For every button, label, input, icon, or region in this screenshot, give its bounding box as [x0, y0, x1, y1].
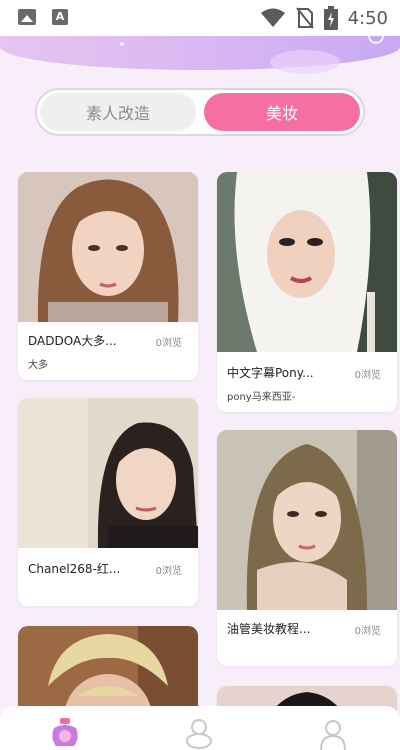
view-count: 0浏览 [354, 626, 381, 637]
video-title: DADDOA大多... [28, 334, 117, 348]
cosmetics-home-icon [52, 718, 78, 746]
video-title: 油管美妆教程... [227, 622, 311, 636]
view-count: 0浏览 [354, 370, 381, 381]
view-count: 0浏览 [155, 566, 182, 577]
header-decoration [270, 50, 340, 74]
category-tabs: 素人改造 美妆 [35, 88, 365, 136]
category-icon [186, 719, 212, 749]
video-thumbnail[interactable] [217, 430, 397, 610]
view-count: 0浏览 [155, 338, 182, 349]
video-title: 中文字幕Pony... [227, 366, 314, 380]
video-card[interactable]: Chanel268-红... 0浏览 [18, 398, 198, 606]
video-author: 大多 [28, 360, 48, 371]
battery-charging-icon [323, 6, 338, 30]
tab-makeover[interactable]: 素人改造 [40, 93, 196, 131]
nav-profile[interactable] [318, 718, 348, 750]
video-card[interactable]: 油管美妆教程... 0浏览 [217, 430, 397, 666]
font-a-icon: A [52, 9, 68, 25]
profile-icon [320, 720, 346, 750]
video-author: pony马来西亚- [227, 392, 296, 403]
video-card[interactable]: DADDOA大多... 0浏览 大多 [18, 172, 198, 380]
video-thumbnail[interactable] [18, 398, 198, 548]
nav-home[interactable] [50, 718, 80, 750]
status-time: 4:50 [347, 7, 388, 29]
tab-makeup[interactable]: 美妆 [204, 93, 360, 131]
video-card[interactable]: 中文字幕Pony... 0浏览 pony马来西亚- [217, 172, 397, 412]
gallery-icon [18, 9, 36, 25]
nav-category[interactable] [184, 718, 214, 750]
bottom-navigation [0, 706, 400, 750]
status-bar: A 4:50 [0, 0, 400, 36]
wifi-icon [260, 8, 285, 27]
video-thumbnail[interactable] [217, 172, 397, 352]
no-sim-icon [295, 7, 314, 29]
sparkle-icon [120, 42, 124, 46]
video-thumbnail[interactable] [18, 172, 198, 322]
video-title: Chanel268-红... [28, 562, 121, 576]
header-banner [0, 34, 400, 74]
